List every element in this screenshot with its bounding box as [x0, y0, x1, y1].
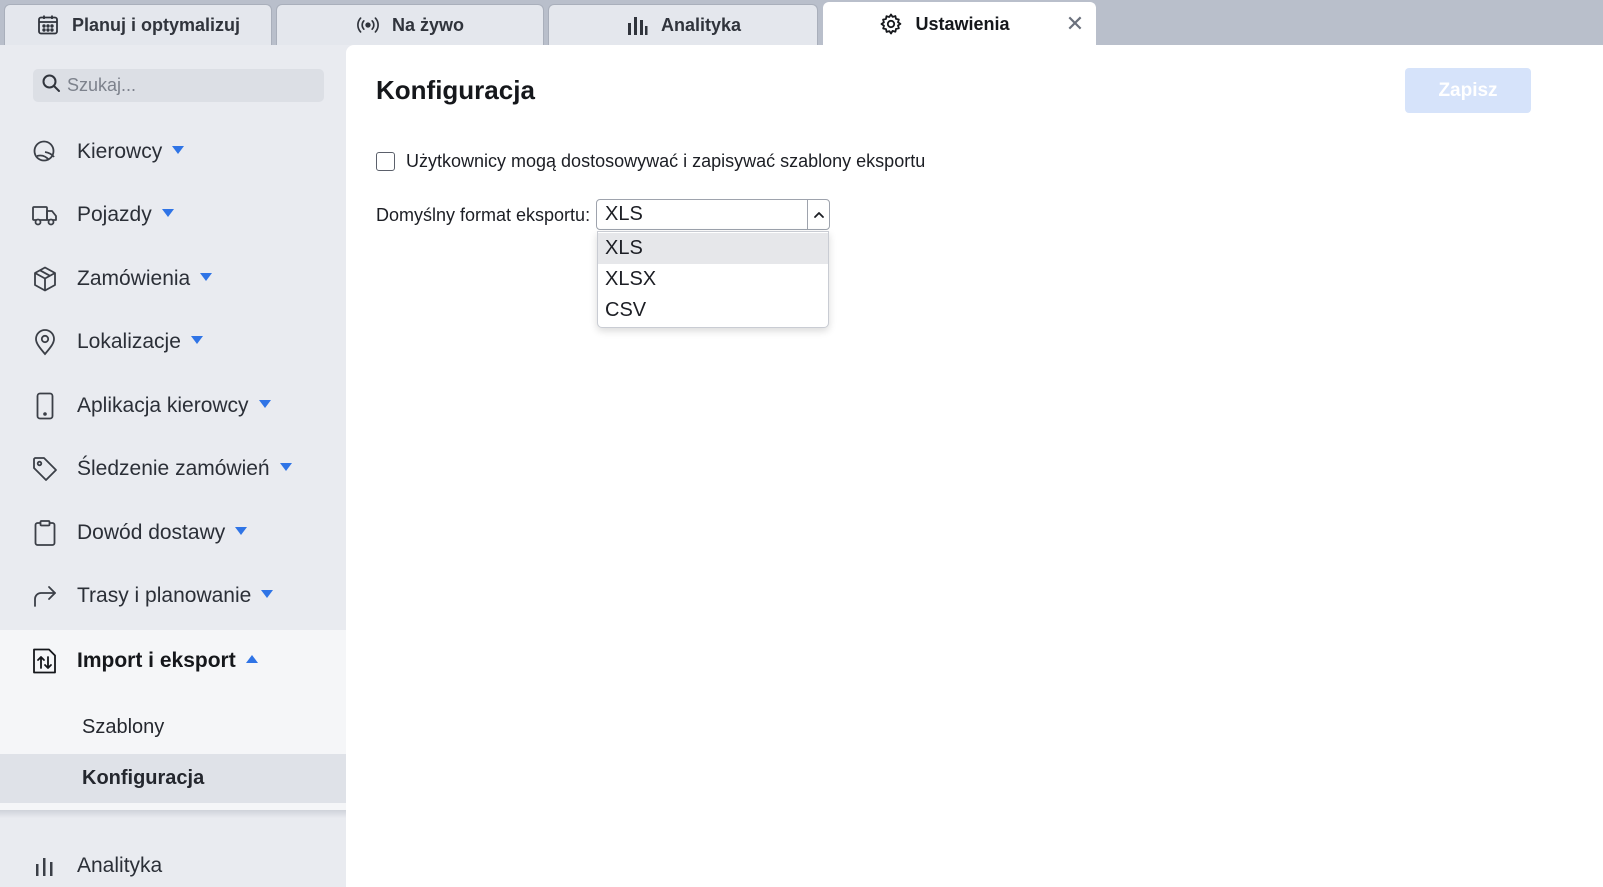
- calendar-icon: [36, 13, 60, 37]
- caret-down-icon: [200, 273, 213, 282]
- sidebar-item-label: Analityka: [77, 854, 163, 877]
- dropdown-option-csv[interactable]: CSV: [598, 295, 828, 326]
- tab-ustawienia[interactable]: Ustawienia ✕: [823, 2, 1096, 45]
- caret-down-icon: [190, 336, 203, 345]
- tab-label: Na żywo: [391, 14, 465, 35]
- sidebar-item-aplikacja-kierowcy[interactable]: Aplikacja kierowcy: [0, 378, 347, 434]
- caret-down-icon: [172, 146, 185, 155]
- sidebar-item-lokalizacje[interactable]: Lokalizacje: [0, 314, 347, 370]
- sidebar-subitem-label: Konfiguracja: [82, 767, 205, 789]
- sidebar-subitem-konfiguracja[interactable]: Konfiguracja: [0, 754, 347, 803]
- export-format-label: Domyślny format eksportu:: [376, 205, 591, 225]
- sidebar-item-analityka[interactable]: Analityka: [0, 838, 347, 887]
- export-format-select[interactable]: XLS: [596, 199, 830, 230]
- custom-templates-checkbox[interactable]: [376, 152, 395, 171]
- sidebar-subitem-label: Szablony: [82, 716, 165, 738]
- sidebar-item-label: Aplikacja kierowcy: [77, 394, 249, 417]
- close-icon[interactable]: ✕: [1065, 11, 1085, 36]
- custom-templates-option: Użytkownicy mogą dostosowywać i zapisywa…: [376, 151, 925, 172]
- caret-down-icon: [261, 590, 274, 599]
- search-icon: [41, 73, 61, 98]
- map-pin-icon: [31, 328, 59, 356]
- caret-down-icon: [235, 527, 248, 536]
- sidebar-item-pojazdy[interactable]: Pojazdy: [0, 187, 347, 243]
- tab-label: Analityka: [660, 14, 742, 35]
- main-panel: Konfiguracja Zapisz Użytkownicy mogą dos…: [346, 45, 1603, 887]
- dropdown-option-xls[interactable]: XLS: [598, 233, 828, 264]
- bar-chart-icon: [625, 13, 649, 37]
- import-export-group: Import i eksport Szablony Konfiguracja: [0, 630, 347, 810]
- chevron-up-icon[interactable]: [807, 200, 829, 229]
- tab-label: Planuj i optymalizuj: [71, 14, 241, 35]
- page-title: Konfiguracja: [376, 75, 535, 105]
- sidebar-item-import-i-eksport[interactable]: Import i eksport: [0, 630, 347, 692]
- save-button[interactable]: Zapisz: [1405, 68, 1531, 113]
- caret-up-icon: [245, 655, 258, 664]
- sidebar-item-label: Import i eksport: [77, 649, 236, 672]
- tab-planuj[interactable]: Planuj i optymalizuj: [4, 4, 272, 45]
- sidebar-item-label: Zamówienia: [77, 267, 191, 290]
- sidebar-item-dowod-dostawy[interactable]: Dowód dostawy: [0, 505, 347, 561]
- tag-icon: [31, 455, 59, 483]
- tab-analityka[interactable]: Analityka: [548, 4, 818, 45]
- broadcast-icon: [356, 13, 380, 37]
- clipboard-icon: [31, 519, 59, 547]
- truck-icon: [31, 201, 59, 229]
- checkbox-label: Użytkownicy mogą dostosowywać i zapisywa…: [406, 151, 926, 171]
- gear-icon: [879, 12, 903, 36]
- tab-bar: Planuj i optymalizuj Na żywo Analityka U…: [0, 0, 1603, 45]
- sidebar-item-label: Śledzenie zamówień: [77, 457, 270, 480]
- section-divider: [0, 810, 347, 818]
- sidebar-subitem-szablony[interactable]: Szablony: [0, 703, 347, 752]
- caret-down-icon: [258, 400, 271, 409]
- package-icon: [31, 265, 59, 293]
- import-export-icon: [31, 647, 59, 675]
- tab-label: Ustawienia: [915, 13, 1010, 34]
- search-input[interactable]: [67, 75, 307, 96]
- sidebar-item-label: Dowód dostawy: [77, 521, 226, 544]
- sidebar-item-label: Pojazdy: [77, 203, 152, 226]
- dropdown-option-xlsx[interactable]: XLSX: [598, 264, 828, 295]
- sidebar: Kierowcy Pojazdy Zamówienia: [0, 45, 347, 887]
- search-box: [33, 69, 324, 102]
- sidebar-item-kierowcy[interactable]: Kierowcy: [0, 124, 347, 180]
- route-arrow-icon: [31, 582, 59, 610]
- export-format-dropdown: XLS XLSX CSV: [597, 231, 829, 328]
- sidebar-item-label: Kierowcy: [77, 140, 163, 163]
- select-value: XLS: [605, 203, 643, 225]
- sidebar-item-sledzenie-zamowien[interactable]: Śledzenie zamówień: [0, 441, 347, 497]
- sidebar-item-trasy-i-planowanie[interactable]: Trasy i planowanie: [0, 568, 347, 624]
- caret-down-icon: [161, 209, 174, 218]
- sidebar-item-label: Lokalizacje: [77, 330, 181, 353]
- sidebar-item-zamowienia[interactable]: Zamówienia: [0, 251, 347, 307]
- caret-down-icon: [279, 463, 292, 472]
- tab-na-zywo[interactable]: Na żywo: [276, 4, 544, 45]
- sidebar-item-label: Trasy i planowanie: [77, 584, 252, 607]
- phone-icon: [31, 392, 59, 420]
- driver-icon: [31, 138, 59, 166]
- bar-chart-icon: [31, 852, 59, 880]
